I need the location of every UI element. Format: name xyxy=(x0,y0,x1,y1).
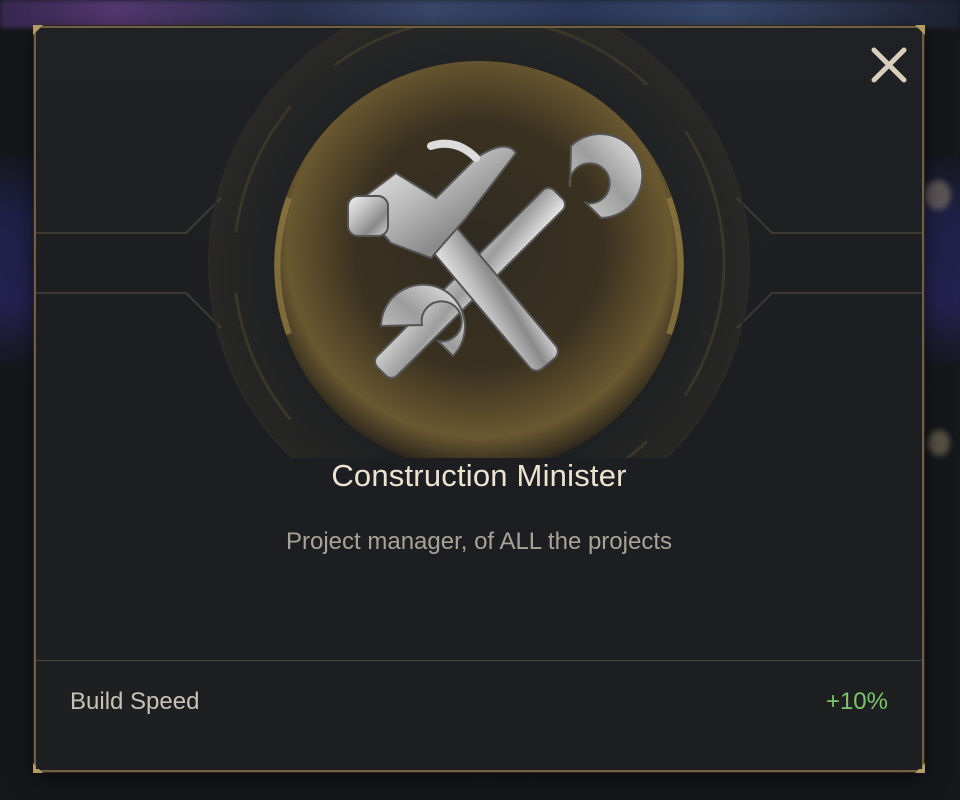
dialog-description: Project manager, of ALL the projects xyxy=(285,528,672,555)
stat-row: Build Speed +10% xyxy=(36,661,922,769)
backdrop-top-strip xyxy=(0,0,960,28)
backdrop-glow xyxy=(925,180,951,210)
close-icon[interactable] xyxy=(864,40,914,90)
stat-label: Build Speed xyxy=(70,688,200,715)
emblem-area xyxy=(36,28,922,458)
minister-info-dialog: Construction Minister Project manager, o… xyxy=(33,25,925,773)
backdrop-glow xyxy=(928,430,950,456)
dialog-title: Construction Minister xyxy=(331,458,627,493)
stat-value: +10% xyxy=(825,688,888,715)
